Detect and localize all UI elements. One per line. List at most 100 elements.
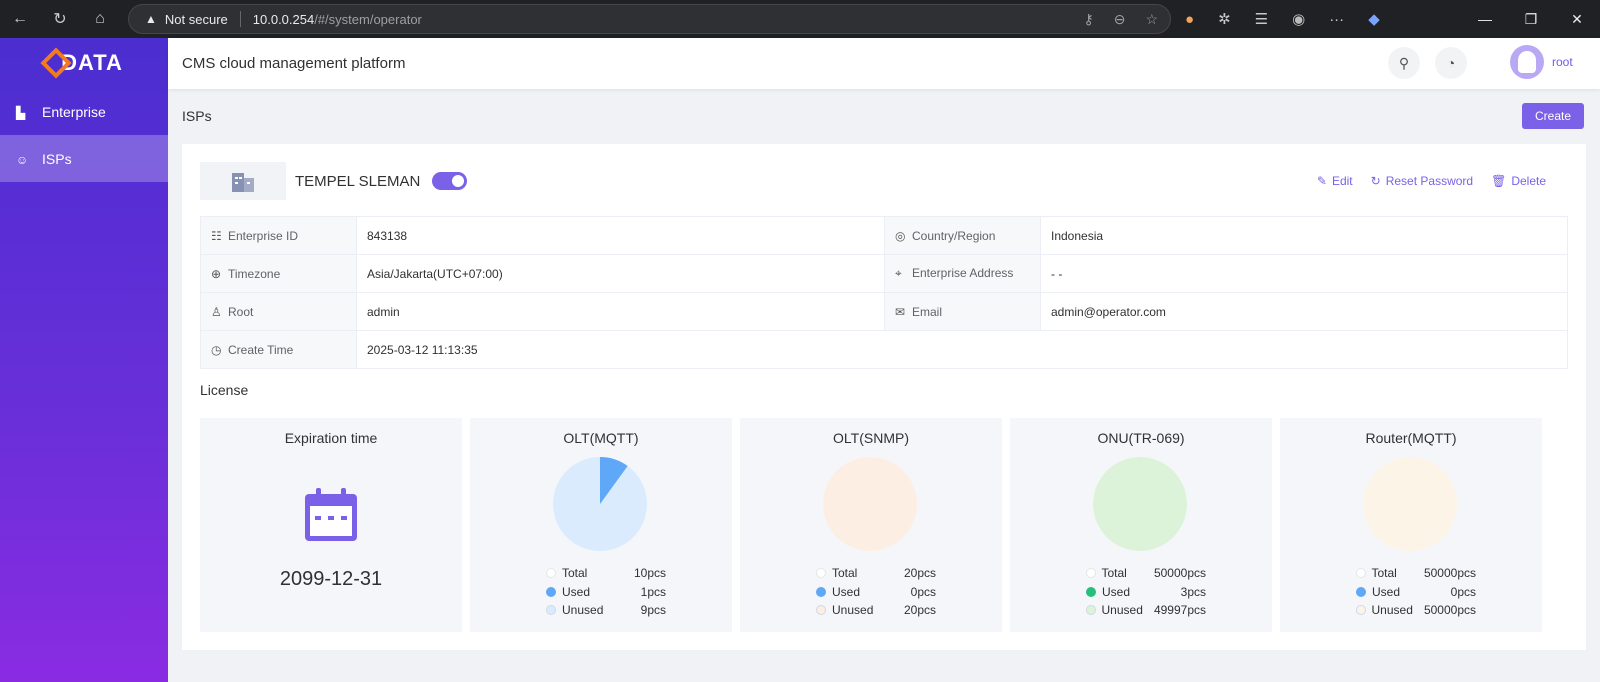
address-bar[interactable]: ▲ Not secure 10.0.0.254 /#/system/operat… [128,4,1171,34]
profile-icon[interactable]: ◉ [1292,10,1305,28]
legend-dot [1356,586,1366,597]
license-card: Router(MQTT) Total 50000pcs Used 0pcs Un… [1280,418,1542,632]
legend-dot [1086,568,1096,579]
legend-value: 50000pcs [1423,603,1476,618]
compass-icon: ◎ [895,228,906,243]
reload-icon[interactable]: ↻ [40,0,80,38]
minimize-icon[interactable]: — [1462,11,1508,27]
legend-dot [546,605,556,616]
address-label: ⌖ Enterprise Address [884,254,1041,293]
extension-icon[interactable]: ● [1185,11,1194,28]
legend-value: 9pcs [640,603,666,618]
legend-dot [816,605,826,616]
pencil-icon: ✎ [1316,174,1327,188]
legend-total: Total 50000pcs [1356,564,1476,583]
legend-label: Used [1102,584,1131,599]
edit-button[interactable]: ✎ Edit [1317,174,1353,188]
enterprise-id-label: ☷ Enterprise ID [200,216,357,255]
legend-used: Used 1pcs [546,583,666,602]
reset-label: Reset Password [1385,174,1474,188]
home-icon[interactable]: ⌂ [80,0,120,38]
star-icon[interactable]: ☆ [1145,11,1158,28]
sidebar-item-isps[interactable]: ☺ ISPs [0,135,168,182]
person-icon: ♙ [211,304,222,319]
sidebar-item-label: Enterprise [42,103,106,120]
country-label: ◎ Country/Region [884,216,1041,255]
restore-icon[interactable]: ❐ [1508,11,1554,28]
gauge-icon: ◔ [1446,55,1456,71]
close-icon[interactable]: ✕ [1554,11,1600,28]
legend-label: Total [1371,566,1397,581]
license-title: License [200,382,249,398]
legend-value: 3pcs [1180,584,1206,599]
copilot-icon[interactable]: ◆ [1368,10,1380,28]
location-icon: ⌖ [895,266,902,280]
page-title: ISPs [182,108,212,124]
license-card: ONU(TR-069) Total 50000pcs Used 3pcs Unu… [1010,418,1272,632]
username[interactable]: root [1552,55,1573,69]
search-icon: ⚲ [1398,54,1410,71]
legend-label: Unused [562,603,604,618]
legend-total: Total 50000pcs [1086,564,1206,583]
warning-icon: ▲ [145,12,157,26]
legend-total: Total 10pcs [546,564,666,583]
license-card-title: Router(MQTT) [1365,430,1457,446]
enable-toggle[interactable] [432,172,467,190]
legend-value: 50000pcs [1423,566,1476,581]
avatar[interactable] [1510,45,1544,79]
url-path: /#/system/operator [314,11,422,27]
card-actions: ✎ Edit ↻ Reset Password 🗑 Delete [1317,174,1546,188]
license-legend: Total 10pcs Used 1pcs Unused 9pcs [546,564,666,620]
sidebar-item-label: ISPs [42,150,72,167]
table-row: ⊕ Timezone Asia/Jakarta(UTC+07:00) ⌖ Enter… [200,254,1568,293]
root-value: admin [356,292,885,331]
security-label: Not secure [164,11,228,27]
legend-label: Total [1101,566,1127,581]
enterprise-building-icon [200,162,286,200]
license-pie-chart [553,457,647,551]
app-header: CMS cloud management platform ⚲ ◔ root [168,38,1600,89]
license-legend: Total 50000pcs Used 0pcs Unused 50000pcs [1356,564,1476,620]
puzzle-icon[interactable]: ✲ [1218,10,1231,28]
reset-password-button[interactable]: ↻ Reset Password [1371,174,1473,188]
sidebar-item-enterprise[interactable]: ▙ Enterprise [0,88,168,135]
legend-unused: Unused 9pcs [546,601,666,620]
legend-dot [816,568,826,579]
zoom-icon[interactable]: ⊖ [1114,11,1126,28]
isp-card: TEMPEL SLEMAN ✎ Edit ↻ Reset Password 🗑 Del… [182,144,1586,650]
favorites-icon[interactable]: ☰ [1255,10,1268,28]
expiration-card: Expiration time 2099-12-31 [200,418,462,632]
dashboard-button[interactable]: ◔ [1435,47,1467,79]
legend-label: Used [1372,584,1401,599]
legend-value: 10pcs [633,566,666,581]
legend-value: 20pcs [903,566,936,581]
clock-icon: ◷ [211,342,222,357]
license-pie-chart [1093,457,1187,551]
address-bar-icons: ⚷ ⊖ ☆ [1083,11,1158,28]
key-icon[interactable]: ⚷ [1083,11,1093,28]
license-legend: Total 50000pcs Used 3pcs Unused 49997pcs [1086,564,1206,620]
search-button[interactable]: ⚲ [1388,47,1420,79]
legend-dot [1356,605,1366,616]
root-label: ♙ Root [200,292,357,331]
legend-dot [546,568,556,579]
create-button[interactable]: Create [1522,103,1584,129]
email-value: admin@operator.com [1040,292,1568,331]
country-value: Indonesia [1040,216,1568,255]
more-icon[interactable]: ··· [1329,11,1344,28]
back-icon[interactable]: ← [0,0,40,38]
app-title: CMS cloud management platform [182,55,406,72]
delete-label: Delete [1511,174,1546,188]
legend-label: Total [832,566,858,581]
legend-used: Used 3pcs [1086,583,1206,602]
browser-toolbar: ← ↻ ⌂ ▲ Not secure 10.0.0.254 /#/system/… [0,0,1600,38]
legend-dot [1086,586,1096,597]
globe-icon: ⊕ [211,266,222,281]
building-icon: ▙ [16,105,26,120]
table-row: ♙ Root admin ✉ Email admin@operator.com [200,292,1568,331]
enterprise-info-table: ☷ Enterprise ID 843138 ◎ Country/Region In… [200,216,1568,369]
delete-button[interactable]: 🗑 Delete [1491,174,1546,188]
mail-icon: ✉ [895,304,906,319]
toolbar-icons: ● ✲ ☰ ◉ ··· ◆ [1185,0,1380,38]
address-value: - - [1040,254,1568,293]
